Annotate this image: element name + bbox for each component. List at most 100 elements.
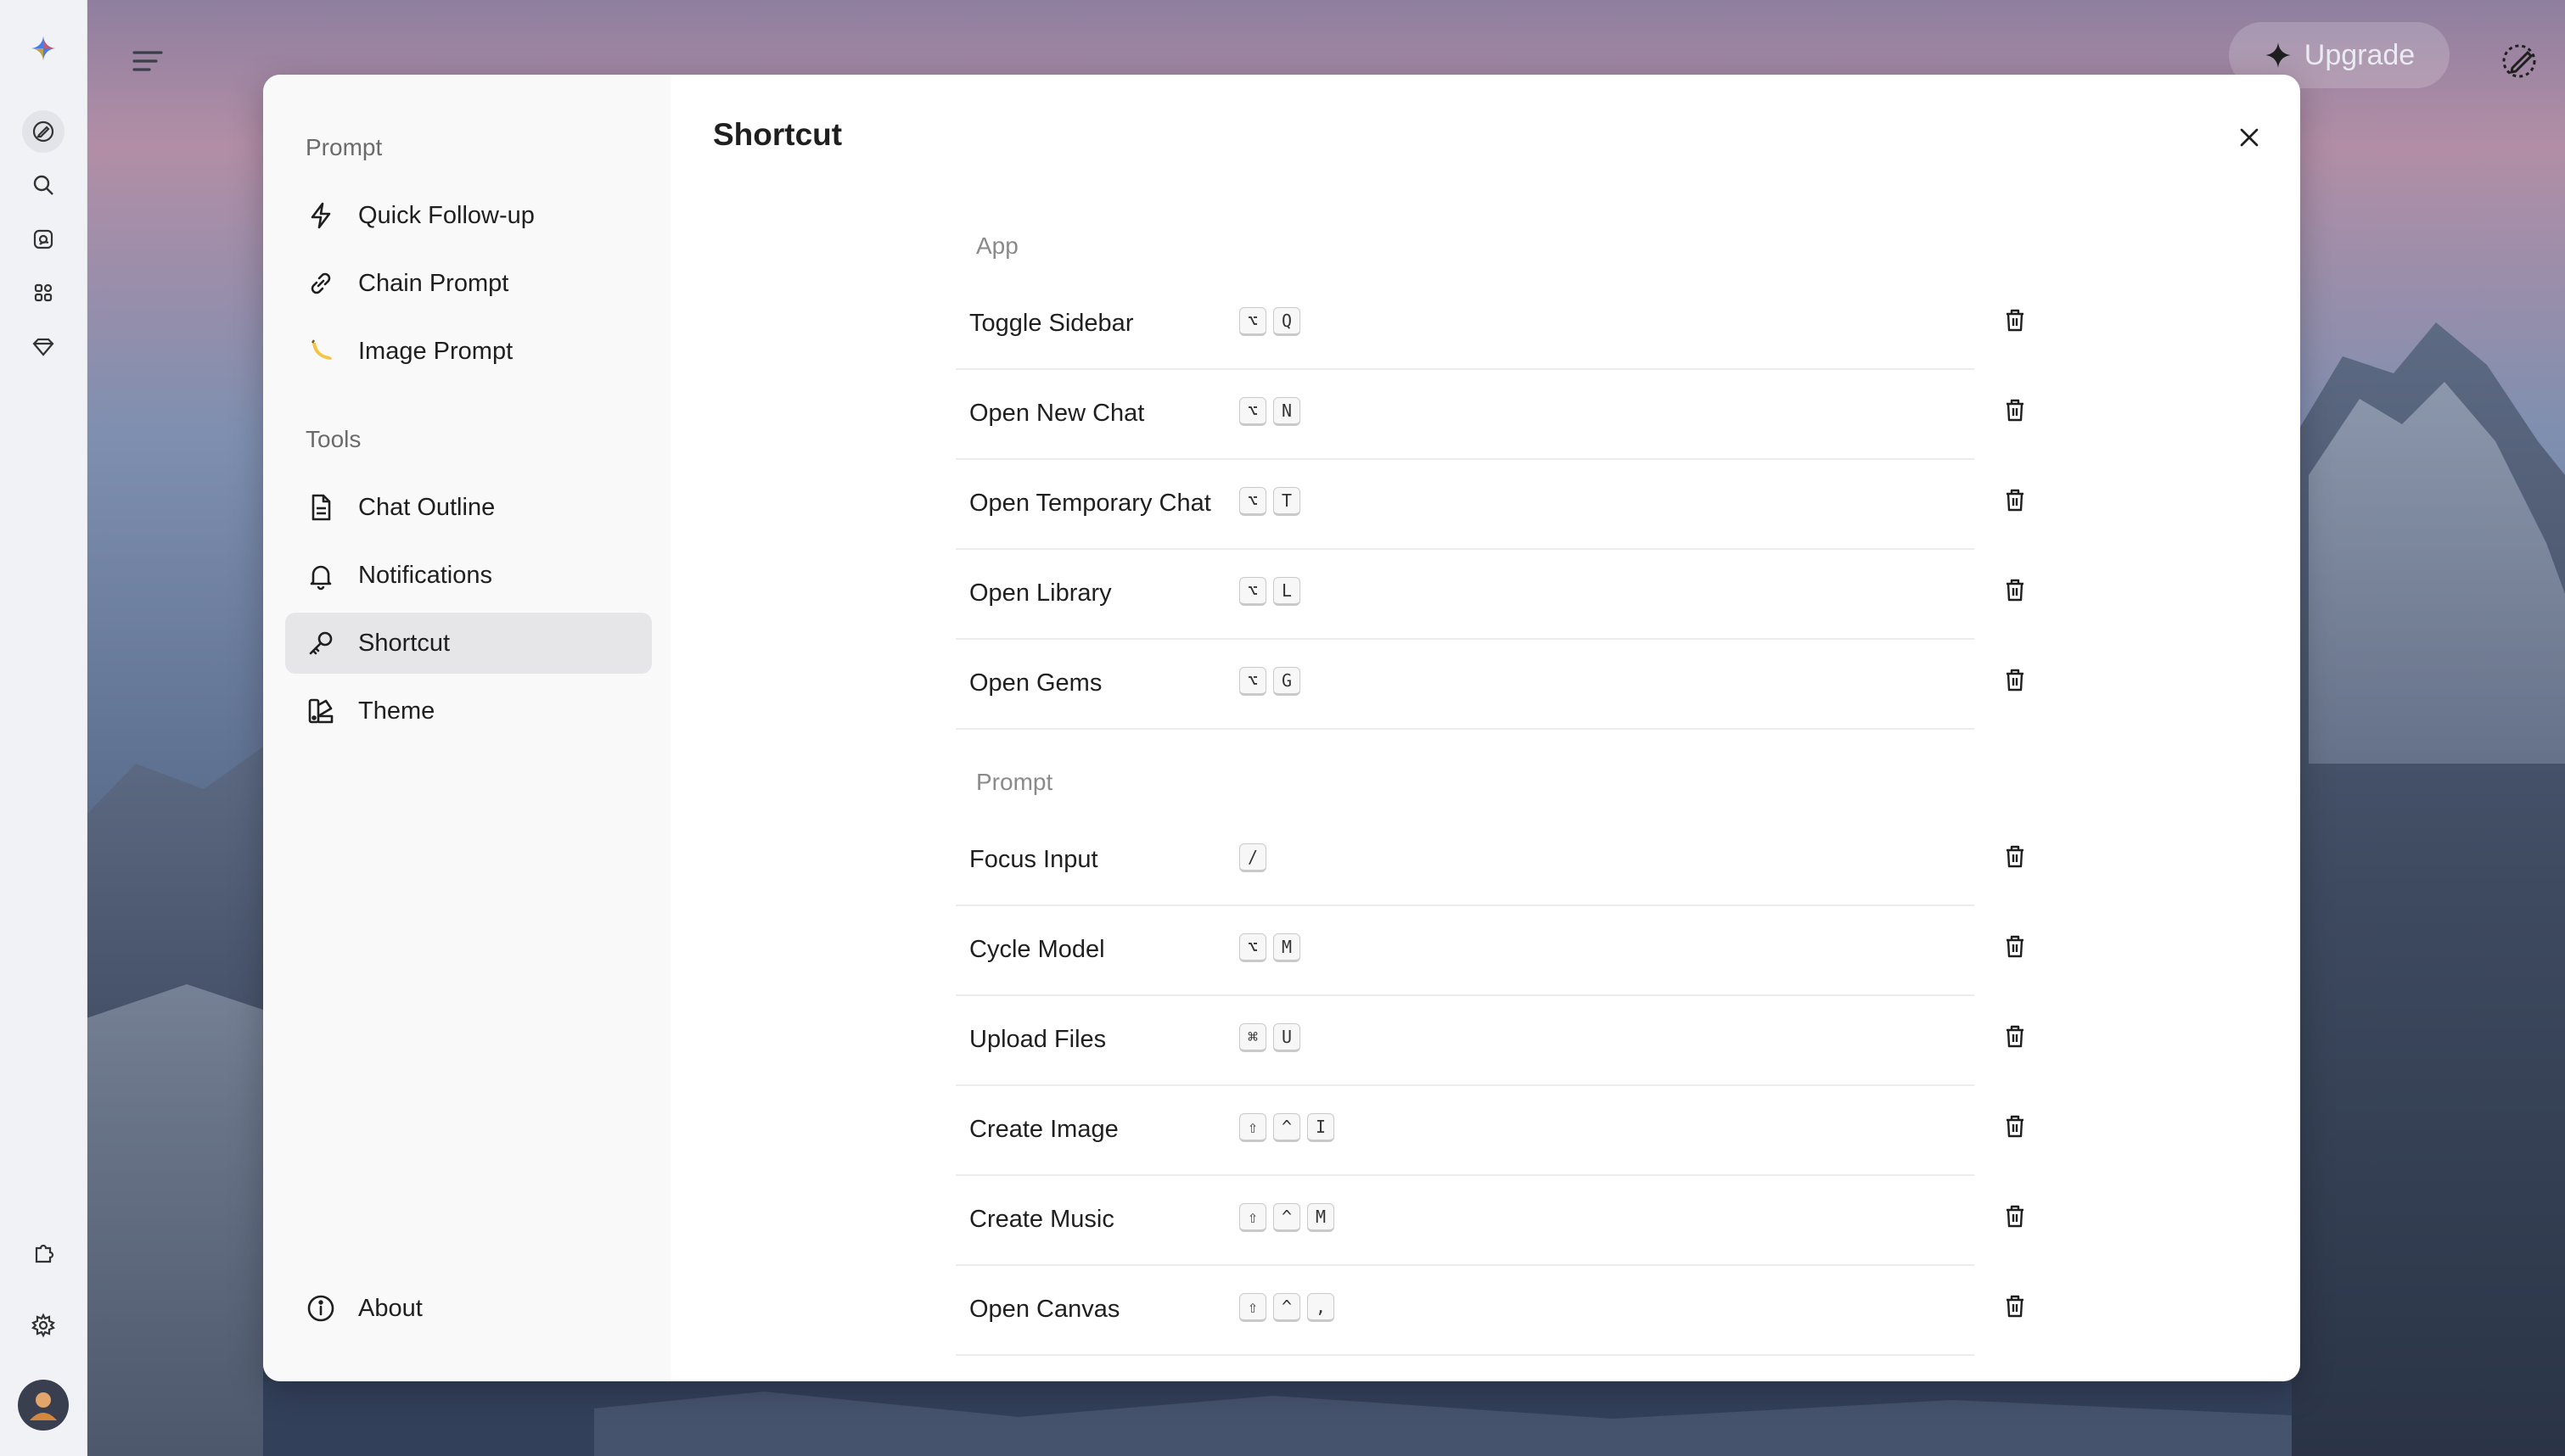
sparkle-icon — [2265, 42, 2291, 68]
shortcut-row: Create Image ⇧ ^ I — [956, 1084, 2023, 1176]
page-title: Shortcut — [713, 117, 843, 152]
user-avatar[interactable] — [18, 1380, 69, 1431]
shortcut-keys[interactable]: ⇧ ^ I — [1239, 1113, 1334, 1142]
shortcut-label: Toggle Sidebar — [969, 310, 1134, 337]
shortcut-keys[interactable]: ⌥ N — [1239, 397, 1300, 426]
sidebar-item-label: Chat Outline — [358, 493, 496, 521]
key-badge: L — [1273, 577, 1300, 606]
lightning-icon — [304, 199, 338, 232]
key-badge: ⇧ — [1239, 1203, 1266, 1232]
sidebar-item-image-prompt[interactable]: Image Prompt — [285, 321, 652, 382]
info-icon — [304, 1291, 338, 1325]
key-badge: U — [1273, 1023, 1300, 1052]
banana-icon — [304, 334, 338, 368]
shortcut-keys[interactable]: ⇧ ^ M — [1239, 1203, 1334, 1232]
delete-shortcut-icon[interactable] — [2001, 666, 2035, 700]
key-badge: I — [1307, 1113, 1334, 1142]
sidebar-item-theme[interactable]: Theme — [285, 680, 652, 742]
shortcut-label: Open Library — [969, 580, 1112, 607]
new-chat-icon[interactable] — [22, 110, 65, 153]
key-badge: M — [1307, 1203, 1334, 1232]
library-icon[interactable] — [22, 218, 65, 260]
sidebar-item-label: Image Prompt — [358, 337, 514, 365]
key-icon — [304, 626, 338, 660]
shortcut-label: Create Music — [969, 1206, 1114, 1233]
shortcut-keys[interactable]: ⌥ L — [1239, 577, 1300, 606]
key-badge: ⌥ — [1239, 577, 1266, 606]
key-badge: ^ — [1273, 1113, 1300, 1142]
key-badge: ⌥ — [1239, 933, 1266, 962]
document-icon — [304, 490, 338, 524]
shortcut-label: Open New Chat — [969, 400, 1145, 427]
shortcut-row: Create Music ⇧ ^ M — [956, 1174, 2023, 1266]
shortcut-row: Open New Chat ⌥ N — [956, 368, 2023, 460]
shortcut-keys[interactable]: ⌥ T — [1239, 487, 1300, 516]
shortcut-label: Cycle Model — [969, 936, 1105, 963]
key-badge: ⇧ — [1239, 1293, 1266, 1322]
key-badge: ⌥ — [1239, 667, 1266, 696]
key-badge: ⌥ — [1239, 487, 1266, 516]
shortcut-keys[interactable]: ⌥ G — [1239, 667, 1300, 696]
shortcut-label: Upload Files — [969, 1026, 1107, 1053]
sidebar-item-label: Notifications — [358, 561, 492, 589]
gem-icon[interactable] — [22, 326, 65, 368]
hamburger-menu-icon[interactable] — [126, 39, 170, 83]
delete-shortcut-icon[interactable] — [2001, 1022, 2035, 1056]
key-badge: N — [1273, 397, 1300, 426]
shortcut-row: Open Library ⌥ L — [956, 548, 2023, 640]
settings-gear-icon[interactable] — [22, 1304, 65, 1347]
sidebar-item-label: Shortcut — [358, 629, 450, 657]
extensions-puzzle-icon[interactable] — [22, 1232, 65, 1274]
key-badge: / — [1239, 843, 1266, 872]
section-title-prompt: Prompt — [306, 134, 383, 160]
delete-shortcut-icon[interactable] — [2001, 932, 2035, 966]
shortcut-keys[interactable]: / — [1239, 843, 1266, 872]
shortcut-label: Open Canvas — [969, 1296, 1120, 1323]
shortcut-keys[interactable]: ⇧ ^ , — [1239, 1293, 1334, 1322]
sidebar-item-notifications[interactable]: Notifications — [285, 545, 652, 606]
apps-grid-icon[interactable] — [22, 272, 65, 314]
shortcut-row: Open Temporary Chat ⌥ T — [956, 458, 2023, 550]
bell-icon — [304, 558, 338, 592]
shortcut-row: Focus Input / — [956, 815, 2023, 906]
shortcut-keys[interactable]: ⌥ M — [1239, 933, 1300, 962]
app-rail — [0, 0, 87, 1456]
delete-shortcut-icon[interactable] — [2001, 1202, 2035, 1236]
shortcut-label: Focus Input — [969, 846, 1098, 873]
delete-shortcut-icon[interactable] — [2001, 486, 2035, 520]
delete-shortcut-icon[interactable] — [2001, 306, 2035, 340]
shortcut-row: Open Gems ⌥ G — [956, 638, 2023, 730]
key-badge: , — [1307, 1293, 1334, 1322]
shortcut-row: Upload Files ⌘ U — [956, 994, 2023, 1086]
upgrade-label: Upgrade — [2304, 38, 2416, 71]
sidebar-item-quick-follow-up[interactable]: Quick Follow-up — [285, 185, 652, 246]
shortcut-label: Create Image — [969, 1116, 1119, 1143]
delete-shortcut-icon[interactable] — [2001, 576, 2035, 610]
close-icon[interactable] — [2225, 114, 2273, 161]
sidebar-item-shortcut[interactable]: Shortcut — [285, 613, 652, 674]
shortcut-keys[interactable]: ⌘ U — [1239, 1023, 1300, 1052]
sidebar-item-label: Quick Follow-up — [358, 201, 535, 229]
settings-modal: Prompt Quick Follow-up Chain Prompt Imag… — [263, 75, 2300, 1381]
edit-chat-icon[interactable] — [2495, 37, 2543, 85]
link-icon — [304, 266, 338, 300]
group-title-app: App — [976, 232, 1019, 259]
delete-shortcut-icon[interactable] — [2001, 843, 2035, 876]
delete-shortcut-icon[interactable] — [2001, 1292, 2035, 1326]
shortcut-row: Cycle Model ⌥ M — [956, 904, 2023, 996]
search-icon[interactable] — [22, 164, 65, 206]
delete-shortcut-icon[interactable] — [2001, 1112, 2035, 1146]
shortcut-keys[interactable]: ⌥ Q — [1239, 307, 1300, 336]
key-badge: ⌥ — [1239, 307, 1266, 336]
sidebar-item-chat-outline[interactable]: Chat Outline — [285, 477, 652, 538]
sidebar-item-chain-prompt[interactable]: Chain Prompt — [285, 253, 652, 314]
key-badge: ⌥ — [1239, 397, 1266, 426]
sidebar-item-about[interactable]: About — [285, 1278, 652, 1339]
group-title-prompt: Prompt — [976, 769, 1053, 795]
key-badge: G — [1273, 667, 1300, 696]
key-badge: M — [1273, 933, 1300, 962]
shortcut-label: Open Temporary Chat — [969, 490, 1211, 517]
sidebar-item-label: About — [358, 1294, 423, 1322]
gemini-logo-icon[interactable] — [22, 27, 65, 70]
delete-shortcut-icon[interactable] — [2001, 396, 2035, 430]
